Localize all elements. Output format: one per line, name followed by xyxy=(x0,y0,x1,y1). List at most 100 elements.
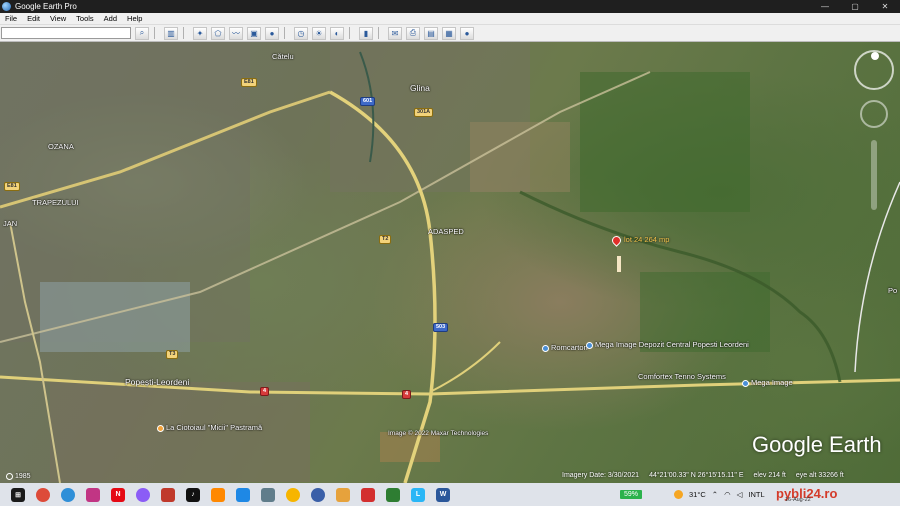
wifi-icon[interactable]: ◠ xyxy=(724,490,731,499)
historical-year[interactable]: 1985 xyxy=(6,472,31,480)
road-shield: 301A xyxy=(414,108,434,117)
poi-icon xyxy=(542,344,549,352)
road-shield: E81 xyxy=(241,78,257,87)
polygon-icon: ⬠ xyxy=(214,28,222,38)
word-icon[interactable]: W xyxy=(436,487,450,502)
launcher-icon[interactable]: L xyxy=(411,487,425,502)
print-button[interactable]: ⎙ xyxy=(406,26,420,40)
add-placemark-button[interactable]: ✦ xyxy=(193,26,207,40)
chrome-icon[interactable] xyxy=(36,487,50,502)
messenger-icon[interactable] xyxy=(136,487,150,502)
road-shield: E81 xyxy=(4,182,20,191)
toolbar-separator xyxy=(378,27,379,39)
instagram-icon[interactable] xyxy=(86,487,100,502)
netflix-icon[interactable]: N xyxy=(111,487,125,502)
acrobat-icon[interactable] xyxy=(361,487,375,502)
map-label: OZANA xyxy=(48,142,74,151)
app-icon[interactable] xyxy=(161,487,175,502)
earth-gallery-button[interactable]: ● xyxy=(460,26,474,40)
map-poi[interactable]: Mega Image Depozit Central Popesti Leord… xyxy=(586,340,749,349)
planets-button[interactable]: ◐ xyxy=(330,26,344,40)
road-shield: 601 xyxy=(360,97,376,106)
sunlight-button[interactable]: ☀ xyxy=(312,26,326,40)
email-button[interactable]: ✉ xyxy=(388,26,402,40)
map-label: Popești-Leordeni xyxy=(125,377,190,387)
image-credit: Image © 2022 Maxar Technologies xyxy=(388,430,489,437)
view-in-maps-button[interactable]: ▦ xyxy=(442,26,456,40)
start-icon[interactable]: ⊞ xyxy=(11,487,25,502)
search-input[interactable] xyxy=(1,27,131,39)
add-overlay-button[interactable]: ▣ xyxy=(247,26,261,40)
calculator-icon[interactable] xyxy=(261,487,275,502)
historical-imagery-button[interactable]: ◷ xyxy=(294,26,308,40)
add-polygon-button[interactable]: ⬠ xyxy=(211,26,225,40)
road-shield: T2 xyxy=(379,235,392,244)
temperature[interactable]: 31°C xyxy=(689,490,706,499)
urban-area-south xyxy=(50,382,310,482)
compass-ring[interactable] xyxy=(854,50,894,90)
record-tour-button[interactable]: ● xyxy=(265,26,279,40)
status-info: Imagery Date: 3/30/2021 44°21'00.33" N 2… xyxy=(562,472,844,479)
greenhouses xyxy=(40,282,190,352)
tour-icon: ● xyxy=(269,28,275,38)
map-label: ADASPED xyxy=(428,227,464,236)
google-earth-icon xyxy=(2,2,11,11)
map-view[interactable]: E81 E81 601 301A T2 T3 503 4 4 Cătelu Gl… xyxy=(0,42,900,483)
imagery-date: Imagery Date: 3/30/2021 xyxy=(562,472,640,479)
menu-help[interactable]: Help xyxy=(122,14,147,23)
tiktok-icon[interactable]: ♪ xyxy=(186,487,200,502)
map-poi[interactable]: La Ciotoiaul "Micii" Pastramă xyxy=(157,423,262,432)
ruler-button[interactable]: ▮ xyxy=(359,26,373,40)
menu-edit[interactable]: Edit xyxy=(22,14,45,23)
volume-icon[interactable]: ◁ xyxy=(737,490,743,499)
calendar-icon[interactable] xyxy=(236,487,250,502)
placemark[interactable]: lot 24 264 mp xyxy=(610,234,669,247)
window-controls: — ▢ ✕ xyxy=(810,0,900,13)
title-bar: Google Earth Pro — ▢ ✕ xyxy=(0,0,900,13)
menu-bar: File Edit View Tools Add Help xyxy=(0,13,900,25)
google-earth-taskbar-icon[interactable] xyxy=(311,487,325,502)
window-title: Google Earth Pro xyxy=(15,2,77,11)
add-path-button[interactable]: 〰 xyxy=(229,26,243,40)
edge-icon[interactable] xyxy=(61,487,75,502)
menu-tools[interactable]: Tools xyxy=(71,14,99,23)
sidebar-toggle-button[interactable]: ▥ xyxy=(164,26,178,40)
boundary-line xyxy=(854,181,900,373)
status-bar: 1985 Imagery Date: 3/30/2021 44°21'00.33… xyxy=(0,469,900,483)
placemark-label: lot 24 264 mp xyxy=(624,235,670,244)
coordinates: 44°21'00.33" N 26°15'15.11" E xyxy=(649,472,744,479)
battery-indicator[interactable]: 59% xyxy=(620,490,643,499)
map-label: Glina xyxy=(410,83,430,93)
sun-icon: ☀ xyxy=(315,28,323,38)
sidebar-icon: ▥ xyxy=(167,28,175,38)
toolbar-separator xyxy=(154,27,155,39)
maximize-button[interactable]: ▢ xyxy=(840,0,870,13)
email-icon: ✉ xyxy=(391,28,399,38)
close-button[interactable]: ✕ xyxy=(870,0,900,13)
save-image-button[interactable]: ▤ xyxy=(424,26,438,40)
search-button[interactable]: ⌕ xyxy=(135,26,149,40)
network-icon[interactable]: ⌃ xyxy=(712,490,718,499)
look-control[interactable] xyxy=(860,100,888,128)
road-shield: 4 xyxy=(260,387,270,396)
menu-file[interactable]: File xyxy=(0,14,22,23)
pushpin-icon: ✦ xyxy=(196,28,204,38)
language-indicator[interactable]: INTL xyxy=(748,490,764,499)
map-poi[interactable]: Romcarton xyxy=(542,343,588,352)
map-icon: ▦ xyxy=(445,28,453,38)
google-earth-logo: Google Earth xyxy=(752,432,882,457)
vlc-icon[interactable] xyxy=(211,487,225,502)
zoom-slider[interactable] xyxy=(871,140,877,210)
game-icon[interactable] xyxy=(386,487,400,502)
map-poi[interactable]: Mega Image xyxy=(742,378,793,387)
map-features xyxy=(0,42,900,483)
menu-view[interactable]: View xyxy=(45,14,71,23)
weather-sun-icon xyxy=(674,490,684,499)
taskbar: ⊞ N ♪ L W 59% 31°C ⌃ ◠ ◁ INTL xyxy=(0,483,900,506)
menu-add[interactable]: Add xyxy=(99,14,122,23)
minimize-button[interactable]: — xyxy=(810,0,840,13)
photos-icon[interactable] xyxy=(336,487,350,502)
parcel-marker xyxy=(617,256,621,272)
weather-icon[interactable] xyxy=(286,487,300,502)
placemark-pin-icon xyxy=(610,234,623,247)
